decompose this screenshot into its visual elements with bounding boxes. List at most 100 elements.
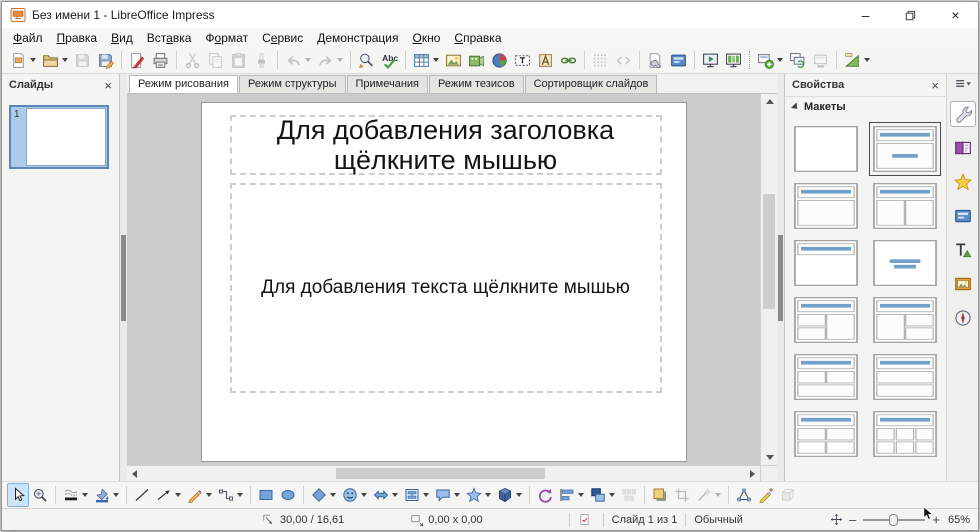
dropdown-arrow-icon[interactable] — [237, 493, 243, 497]
layout-title-content-full[interactable] — [794, 183, 858, 229]
slide-thumbnail-page[interactable] — [26, 108, 106, 166]
menu-item[interactable]: Справка — [447, 30, 508, 46]
new-document-button[interactable] — [7, 48, 39, 72]
dropdown-arrow-icon[interactable] — [454, 493, 460, 497]
navigator-deck-button[interactable] — [950, 305, 976, 331]
horizontal-scrollbar[interactable] — [127, 465, 760, 481]
slide-thumbnail[interactable]: 1 — [9, 105, 109, 169]
dropdown-arrow-icon[interactable] — [864, 58, 870, 62]
insert-media-button[interactable] — [465, 48, 488, 72]
view-tab[interactable]: Режим структуры — [239, 75, 346, 93]
insert-hyperlink-button[interactable] — [557, 48, 580, 72]
duplicate-slide-button[interactable] — [786, 48, 809, 72]
flowchart-shapes-button[interactable] — [401, 483, 432, 507]
rotate-button[interactable] — [534, 483, 556, 507]
slide-layout-button[interactable] — [841, 48, 873, 72]
slide-transition-deck-button[interactable] — [950, 135, 976, 161]
dropdown-arrow-icon[interactable] — [609, 493, 615, 497]
save-as-button[interactable] — [94, 48, 117, 72]
dropdown-arrow-icon[interactable] — [82, 493, 88, 497]
title-placeholder[interactable]: Для добавления заголовка щёлкните мышью — [230, 115, 662, 175]
dropdown-arrow-icon[interactable] — [113, 493, 119, 497]
dropdown-arrow-icon[interactable] — [206, 493, 212, 497]
dropdown-arrow-icon[interactable] — [485, 493, 491, 497]
glue-points-button[interactable] — [755, 483, 777, 507]
close-icon[interactable]: × — [104, 78, 112, 93]
view-tab[interactable]: Режим рисования — [129, 75, 238, 93]
find-and-replace-button[interactable] — [355, 48, 378, 72]
styles-deck-button[interactable] — [950, 237, 976, 263]
properties-deck-button[interactable] — [950, 101, 976, 127]
vertical-scrollbar[interactable] — [760, 94, 777, 465]
view-tab[interactable]: Режим тезисов — [429, 75, 524, 93]
menu-item[interactable]: Окно — [406, 30, 448, 46]
dropdown-arrow-icon[interactable] — [777, 58, 783, 62]
basic-shapes-button[interactable] — [308, 483, 339, 507]
close-icon[interactable]: × — [931, 78, 939, 93]
block-arrows-button[interactable] — [370, 483, 401, 507]
layout-title-two-content[interactable] — [873, 183, 937, 229]
symbol-shapes-button[interactable] — [339, 483, 370, 507]
insert-fontwork-button[interactable] — [534, 48, 557, 72]
view-tab[interactable]: Сортировщик слайдов — [525, 75, 658, 93]
insert-chart-button[interactable] — [488, 48, 511, 72]
dropdown-arrow-icon[interactable] — [330, 493, 336, 497]
menu-item[interactable]: Вид — [104, 30, 140, 46]
align-objects-button[interactable] — [556, 483, 587, 507]
star-shapes-button[interactable] — [463, 483, 494, 507]
layout-two-content-over-content[interactable] — [794, 354, 858, 400]
new-slide-button[interactable] — [754, 48, 786, 72]
horizontal-scrollbar-thumb[interactable] — [336, 468, 545, 479]
vertical-scrollbar-thumb[interactable] — [763, 194, 775, 309]
open-button[interactable] — [39, 48, 71, 72]
export-pdf-button[interactable] — [126, 48, 149, 72]
sidebar-splitter[interactable] — [777, 74, 784, 481]
zoom-in-button[interactable]: + — [930, 512, 942, 527]
zoom-level[interactable]: 65% — [948, 514, 970, 526]
rectangle-button[interactable] — [255, 483, 277, 507]
layouts-section-header[interactable]: Макеты — [785, 96, 946, 117]
master-slide-button[interactable] — [667, 48, 690, 72]
restore-button[interactable] — [888, 2, 933, 28]
scroll-up-icon[interactable] — [766, 99, 774, 104]
view-tab[interactable]: Примечания — [347, 75, 429, 93]
dropdown-arrow-icon[interactable] — [392, 493, 398, 497]
layout-two-content-left-content-right[interactable] — [794, 297, 858, 343]
page-style[interactable]: Обычный — [694, 514, 743, 526]
close-button[interactable]: × — [933, 2, 978, 28]
insert-image-button[interactable] — [442, 48, 465, 72]
dropdown-arrow-icon[interactable] — [433, 58, 439, 62]
zoom-slider-thumb[interactable] — [889, 514, 898, 526]
layout-title-content[interactable] — [873, 126, 937, 172]
scroll-right-icon[interactable] — [750, 470, 755, 478]
ellipse-button[interactable] — [277, 483, 299, 507]
layout-content-left-two-content-right[interactable] — [873, 297, 937, 343]
sidebar-menu-button[interactable] — [950, 77, 976, 93]
menu-item[interactable]: Сервис — [255, 30, 310, 46]
shadow-button[interactable] — [649, 483, 671, 507]
menu-item[interactable]: Вставка — [140, 30, 199, 46]
dropdown-arrow-icon[interactable] — [62, 58, 68, 62]
start-from-current-slide-button[interactable] — [722, 48, 745, 72]
layout-title-only[interactable] — [794, 240, 858, 286]
animation-deck-button[interactable] — [950, 169, 976, 195]
insert-table-button[interactable] — [410, 48, 442, 72]
dropdown-arrow-icon[interactable] — [516, 493, 522, 497]
minimize-button[interactable]: – — [843, 2, 888, 28]
start-from-first-slide-button[interactable] — [699, 48, 722, 72]
menu-item[interactable]: Формат — [198, 30, 255, 46]
dropdown-arrow-icon[interactable] — [423, 493, 429, 497]
layout-content-over-content[interactable] — [873, 354, 937, 400]
connectors-button[interactable] — [215, 483, 246, 507]
master-slides-deck-button[interactable] — [950, 203, 976, 229]
dropdown-arrow-icon[interactable] — [715, 493, 721, 497]
scroll-left-icon[interactable] — [132, 470, 137, 478]
dropdown-arrow-icon[interactable] — [361, 493, 367, 497]
slide-canvas[interactable]: Для добавления заголовка щёлкните мышью … — [127, 94, 760, 465]
select-button[interactable] — [7, 483, 29, 507]
layout-four-content[interactable] — [794, 411, 858, 457]
slides-panel-splitter[interactable] — [120, 74, 127, 481]
menu-item[interactable]: Демонстрация — [310, 30, 405, 46]
print-button[interactable] — [149, 48, 172, 72]
zoom-out-button[interactable]: – — [847, 512, 858, 527]
